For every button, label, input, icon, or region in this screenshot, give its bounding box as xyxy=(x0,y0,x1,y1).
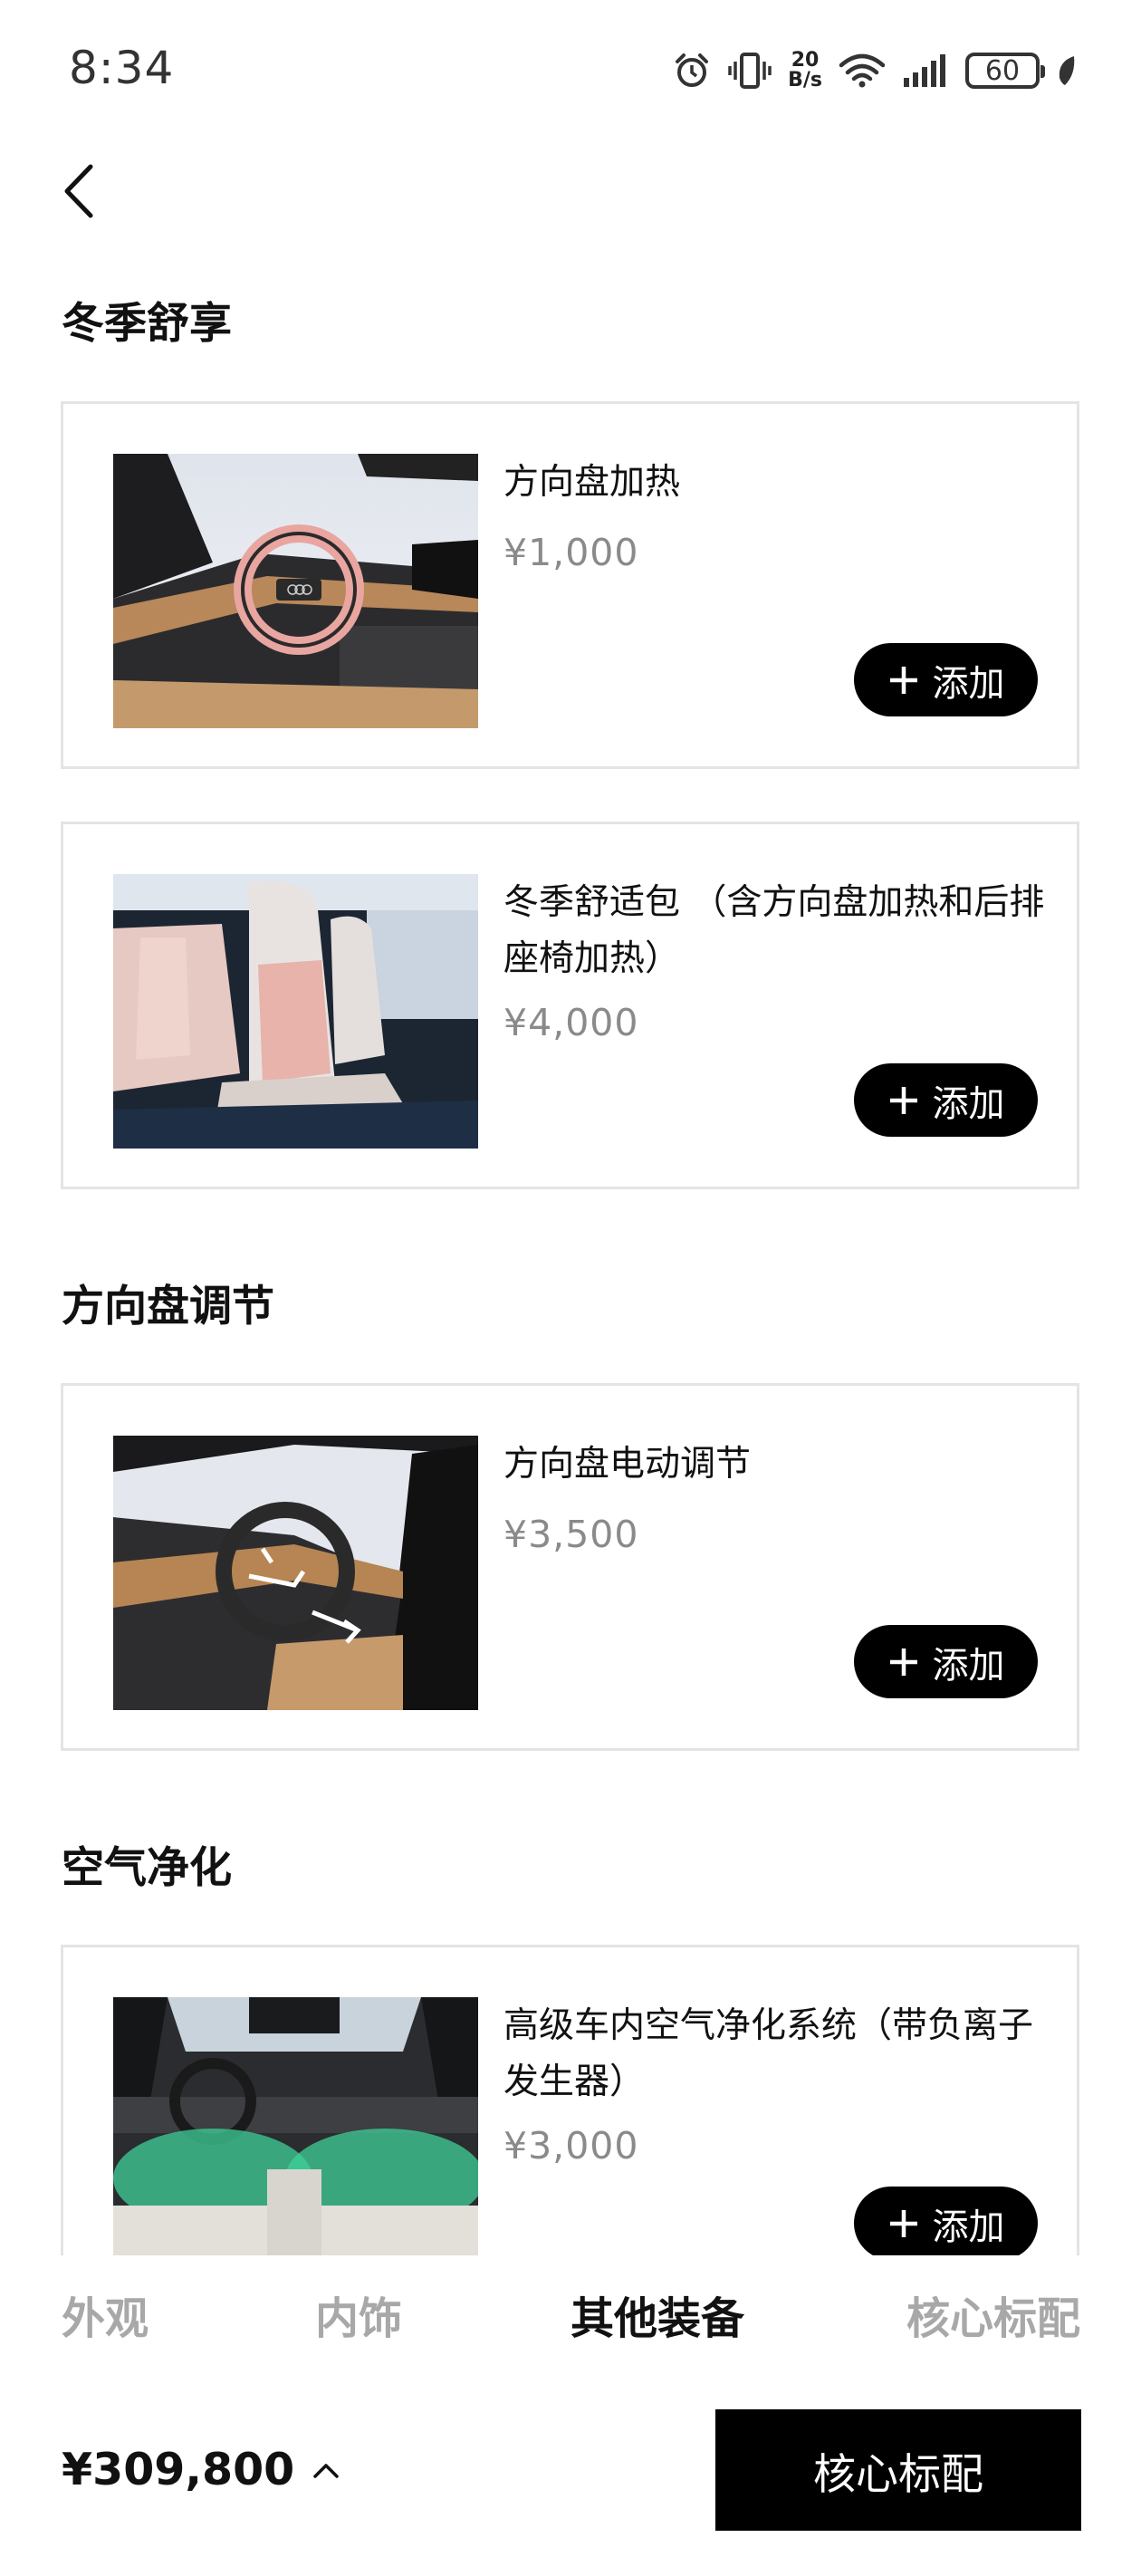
total-price: ¥309,800 xyxy=(62,2444,295,2495)
add-label: 添加 xyxy=(932,662,1005,705)
net-speed: 20 B/s xyxy=(788,51,822,91)
add-label: 添加 xyxy=(932,1644,1005,1687)
option-title: 高级车内空气净化系统（带负离子发生器） xyxy=(503,2005,1034,2102)
tab-exterior[interactable]: 外观 xyxy=(62,2283,149,2346)
wifi-icon xyxy=(839,53,886,89)
category-tabs: 外观 内饰 其他装备 核心标配 xyxy=(0,2255,1141,2382)
status-icons: 20 B/s 60 xyxy=(672,43,1078,98)
leaf-icon xyxy=(1056,54,1078,87)
section-title: 方向盘调节 xyxy=(62,1282,274,1331)
options-list[interactable]: 冬季舒享 方向盘加热 ¥1,000 添加 冬季舒适包 （含方向盘加热和后排座椅加… xyxy=(0,226,1141,2255)
plus-icon xyxy=(889,2209,917,2237)
chevron-up-icon xyxy=(313,2463,340,2478)
chevron-left-icon xyxy=(64,164,93,218)
total-price-toggle[interactable]: ¥309,800 xyxy=(62,2444,340,2495)
electric-steering-adjust-photo xyxy=(113,1436,478,1710)
net-speed-value: 20 xyxy=(791,49,820,72)
bottom-bar: ¥309,800 核心标配 xyxy=(0,2382,1141,2576)
add-button[interactable]: 添加 xyxy=(854,2187,1038,2255)
add-button[interactable]: 添加 xyxy=(854,1063,1038,1137)
core-standard-button[interactable]: 核心标配 xyxy=(715,2409,1081,2531)
air-purifier-photo xyxy=(113,1997,478,2255)
plus-icon xyxy=(889,1648,917,1676)
option-card: 冬季舒适包 （含方向盘加热和后排座椅加热） ¥4,000 添加 xyxy=(61,822,1079,1189)
status-time: 8:34 xyxy=(69,42,175,94)
option-price: ¥3,000 xyxy=(503,2124,639,2167)
add-button[interactable]: 添加 xyxy=(854,1625,1038,1698)
option-card: 方向盘电动调节 ¥3,500 添加 xyxy=(61,1383,1079,1751)
option-title: 冬季舒适包 （含方向盘加热和后排座椅加热） xyxy=(503,882,1045,979)
option-price: ¥3,500 xyxy=(503,1513,639,1556)
page: 8:34 20 B/s 60 冬季舒享 方向盘加热 ¥1,000 添加 冬季舒适… xyxy=(0,0,1141,2576)
option-price: ¥4,000 xyxy=(503,1001,639,1044)
heated-seats-photo xyxy=(113,874,478,1149)
add-label: 添加 xyxy=(932,1082,1005,1125)
option-card: 方向盘加热 ¥1,000 添加 xyxy=(61,401,1079,769)
plus-icon xyxy=(889,1086,917,1114)
alarm-icon xyxy=(672,51,712,91)
status-bar: 8:34 20 B/s 60 xyxy=(0,0,1141,136)
battery-icon: 60 xyxy=(965,53,1045,89)
net-speed-unit: B/s xyxy=(788,69,822,91)
add-button[interactable]: 添加 xyxy=(854,643,1038,716)
option-title: 方向盘电动调节 xyxy=(503,1444,752,1485)
tab-other-equipment[interactable]: 其他装备 xyxy=(570,2283,744,2346)
option-price: ¥1,000 xyxy=(503,531,639,574)
section-title: 空气净化 xyxy=(62,1843,232,1893)
section-title: 冬季舒享 xyxy=(62,299,232,349)
back-button[interactable] xyxy=(51,154,114,226)
vibrate-icon xyxy=(728,51,772,91)
add-label: 添加 xyxy=(932,2206,1005,2248)
option-title: 方向盘加热 xyxy=(503,462,681,503)
heated-steering-wheel-photo xyxy=(113,454,478,728)
option-card: 高级车内空气净化系统（带负离子发生器） ¥3,000 添加 xyxy=(61,1945,1079,2255)
signal-icon xyxy=(902,53,949,89)
tab-interior[interactable]: 内饰 xyxy=(315,2283,402,2346)
tab-core-standard[interactable]: 核心标配 xyxy=(906,2283,1080,2346)
plus-icon xyxy=(889,666,917,694)
